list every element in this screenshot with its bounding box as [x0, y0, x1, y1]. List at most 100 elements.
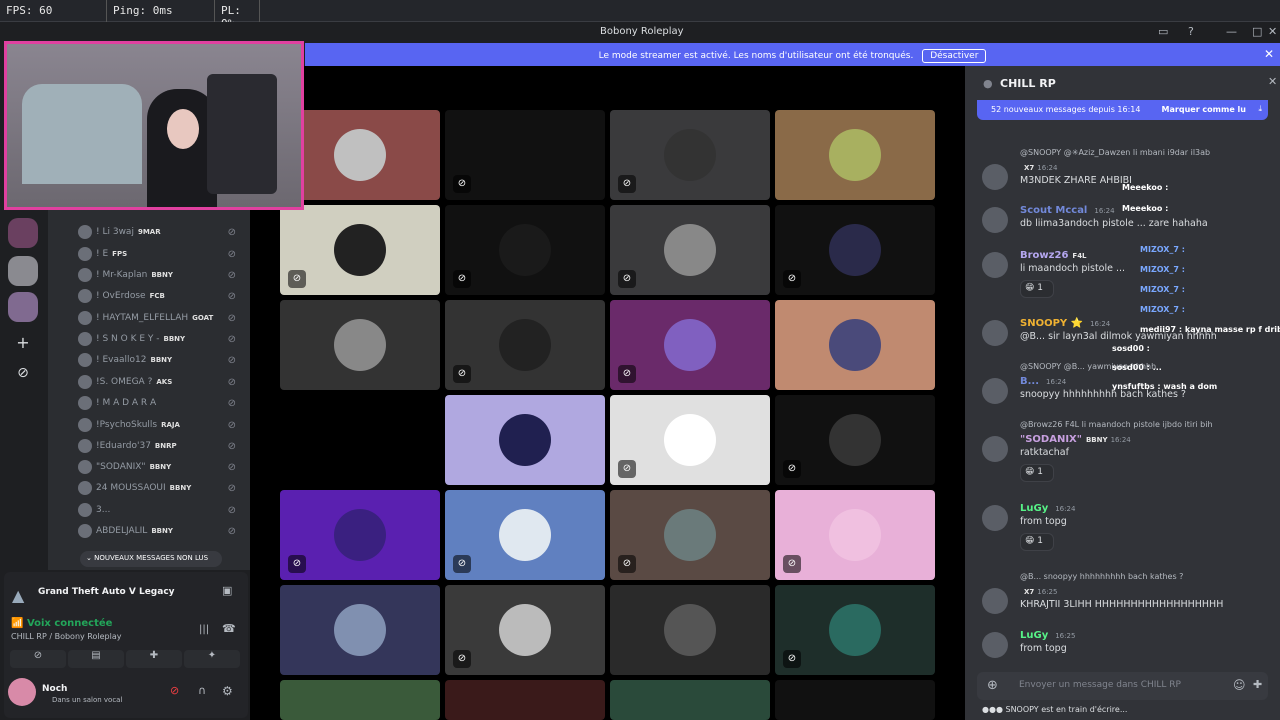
emoji-icon[interactable]: ☺: [1233, 678, 1246, 692]
voice-member[interactable]: ! S N O K E Y - BBNY ⊘: [78, 329, 248, 349]
reply-preview[interactable]: @B... snoopyy hhhhhhhhh bach kathes ?: [1020, 572, 1183, 581]
participant-tile[interactable]: ⊘: [610, 300, 770, 390]
participant-tile[interactable]: ⊘: [445, 585, 605, 675]
author-name[interactable]: SNOOPY ⭐: [1020, 318, 1083, 329]
add-server-icon[interactable]: +: [8, 328, 38, 358]
video-button[interactable]: ⊘: [10, 650, 66, 668]
author-avatar[interactable]: [982, 164, 1008, 190]
voice-connected[interactable]: 📶 Voix connectée: [11, 618, 112, 629]
settings-gear-icon[interactable]: ⚙: [222, 684, 233, 698]
inbox-icon[interactable]: ▭: [1158, 25, 1168, 38]
participant-tile[interactable]: ⊘: [775, 490, 935, 580]
author-avatar[interactable]: [982, 588, 1008, 614]
message-text: ratktachaf: [1020, 447, 1069, 458]
user-avatar[interactable]: [8, 678, 36, 706]
participant-tile[interactable]: ⊘: [775, 585, 935, 675]
voice-member[interactable]: ! HAYTAM_ELFELLAH GOAT ⊘: [78, 308, 248, 328]
reply-preview[interactable]: @Browz26 F4L li maandoch pistole ijbdo i…: [1020, 420, 1213, 429]
participant-tile[interactable]: [775, 300, 935, 390]
participant-tile[interactable]: [610, 680, 770, 720]
maximize-button[interactable]: □: [1252, 25, 1262, 38]
reaction[interactable]: 😁 1: [1020, 464, 1054, 482]
gift-game-icon[interactable]: ✚: [1253, 678, 1262, 691]
participant-tile[interactable]: ⊘: [610, 395, 770, 485]
participant-tile[interactable]: ⊘: [280, 205, 440, 295]
message-input[interactable]: ⊕ Envoyer un message dans CHILL RP ☺ ✚: [977, 672, 1268, 700]
new-messages-bar[interactable]: 52 nouveaux messages depuis 16:14 Marque…: [977, 100, 1268, 120]
author-name[interactable]: B...: [1020, 376, 1039, 387]
participant-tile[interactable]: ⊘: [775, 205, 935, 295]
voice-member[interactable]: !PsychoSkulls RAJA ⊘: [78, 415, 248, 435]
new-unread-pill[interactable]: ⌄ NOUVEAUX MESSAGES NON LUS: [80, 551, 222, 567]
participant-tile[interactable]: ⊘: [445, 205, 605, 295]
author-avatar[interactable]: [982, 632, 1008, 658]
voice-member[interactable]: ! Li 3waj 9MAR ⊘: [78, 222, 248, 242]
participant-avatar: [829, 509, 881, 561]
author-name[interactable]: "SODANIX": [1020, 434, 1082, 445]
participant-tile[interactable]: ⊘: [445, 110, 605, 200]
share-screen-button[interactable]: ▤: [68, 650, 124, 668]
reply-preview[interactable]: @SNOOPY @✳Aziz_Dawzen li mbani i9dar il3…: [1020, 148, 1210, 157]
author-avatar[interactable]: [982, 320, 1008, 346]
minimize-button[interactable]: —: [1226, 25, 1237, 38]
reaction[interactable]: 😁 1: [1020, 533, 1054, 551]
add-attachment-icon[interactable]: ⊕: [987, 678, 998, 693]
disconnect-icon[interactable]: ☎: [222, 622, 236, 635]
voice-member[interactable]: ! M A D A R A ⊘: [78, 393, 248, 413]
voice-member[interactable]: ! Mr-Kaplan BBNY ⊘: [78, 265, 248, 285]
voice-member[interactable]: !Eduardo'37 BNRP ⊘: [78, 436, 248, 456]
voice-member[interactable]: ! OvErdose FCB ⊘: [78, 286, 248, 306]
voice-member[interactable]: "SODANIX" BBNY ⊘: [78, 457, 248, 477]
author-name[interactable]: LuGy: [1020, 630, 1048, 641]
participant-tile[interactable]: [280, 110, 440, 200]
discover-icon[interactable]: ⊘: [8, 358, 38, 388]
mark-read-button[interactable]: Marquer comme lu: [1162, 105, 1246, 114]
participant-tile[interactable]: [280, 300, 440, 390]
close-banner-icon[interactable]: ✕: [1264, 47, 1274, 61]
headphones-icon[interactable]: ∩: [198, 684, 206, 697]
screen-share-icon[interactable]: ▣: [222, 584, 232, 597]
server-icon[interactable]: [8, 292, 38, 322]
help-icon[interactable]: ?: [1188, 25, 1194, 38]
author-avatar[interactable]: [982, 252, 1008, 278]
voice-member[interactable]: !S. OMEGA ? AKS ⊘: [78, 372, 248, 392]
activity-button[interactable]: ✚: [126, 650, 182, 668]
voice-member[interactable]: ABDELJALIL BBNY ⊘: [78, 521, 248, 541]
server-icon[interactable]: [8, 256, 38, 286]
participant-tile[interactable]: ⊘: [445, 300, 605, 390]
voice-member[interactable]: ! Evaallo12 BBNY ⊘: [78, 350, 248, 370]
reaction[interactable]: 😁 1: [1020, 280, 1054, 298]
voice-member[interactable]: 3... ⊘: [78, 500, 248, 520]
noise-suppression-icon[interactable]: |||: [199, 624, 209, 635]
voice-member[interactable]: 24 MOUSSAOUI BBNY ⊘: [78, 478, 248, 498]
author-name[interactable]: LuGy: [1020, 503, 1048, 514]
author-avatar[interactable]: [982, 505, 1008, 531]
participant-tile[interactable]: [775, 110, 935, 200]
close-chat-icon[interactable]: ✕: [1268, 75, 1277, 88]
author-avatar[interactable]: [982, 207, 1008, 233]
participant-tile[interactable]: [445, 395, 605, 485]
participant-tile[interactable]: ⊘: [445, 490, 605, 580]
participant-tile[interactable]: ⊘: [775, 395, 935, 485]
participant-tile[interactable]: ⊘: [610, 490, 770, 580]
participant-tile[interactable]: ⊘: [280, 490, 440, 580]
stream-chat-line: MIZOX_7 :: [1140, 305, 1185, 314]
author-name[interactable]: Browz26: [1020, 250, 1068, 261]
participant-tile[interactable]: ⊘: [610, 205, 770, 295]
soundboard-button[interactable]: ✦: [184, 650, 240, 668]
participant-tile[interactable]: ⊘: [610, 110, 770, 200]
participant-tile[interactable]: [610, 585, 770, 675]
mute-mic-icon[interactable]: ⊘: [170, 684, 190, 702]
voice-member[interactable]: ! E FPS ⊘: [78, 244, 248, 264]
participant-tile[interactable]: [445, 680, 605, 720]
server-icon[interactable]: [8, 218, 38, 248]
participant-tile[interactable]: [280, 680, 440, 720]
participant-tile[interactable]: [280, 585, 440, 675]
author-name[interactable]: Scout Mccal: [1020, 205, 1087, 216]
author-avatar[interactable]: [982, 436, 1008, 462]
close-window-button[interactable]: ✕: [1268, 25, 1277, 38]
disable-streamer-button[interactable]: Désactiver: [922, 49, 987, 63]
participant-tile[interactable]: [775, 680, 935, 720]
author-avatar[interactable]: [982, 378, 1008, 404]
participant-tile[interactable]: [280, 395, 440, 485]
